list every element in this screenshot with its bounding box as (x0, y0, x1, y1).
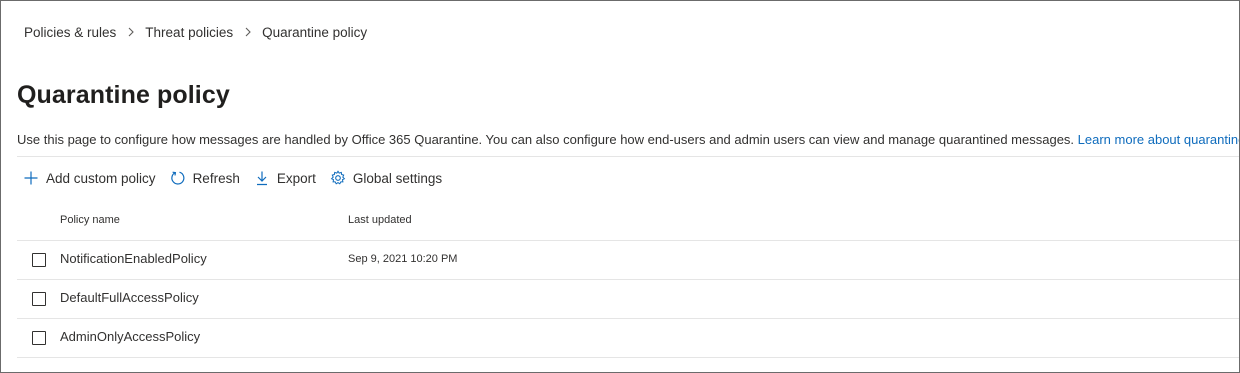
breadcrumb: Policies & rules Threat policies Quarant… (24, 24, 367, 40)
refresh-button[interactable]: Refresh (170, 167, 240, 189)
column-header-last-updated[interactable]: Last updated (348, 214, 412, 226)
chevron-right-icon (128, 27, 135, 37)
export-button[interactable]: Export (254, 167, 316, 189)
add-custom-policy-label: Add custom policy (46, 170, 156, 186)
global-settings-button[interactable]: Global settings (330, 167, 442, 189)
page-description: Use this page to configure how messages … (17, 132, 1239, 147)
chevron-right-icon (245, 27, 251, 37)
row-checkbox[interactable] (32, 292, 46, 306)
policy-name-cell[interactable]: AdminOnlyAccessPolicy (60, 329, 200, 344)
breadcrumb-threat-policies[interactable]: Threat policies (145, 25, 233, 40)
description-text: Use this page to configure how messages … (17, 132, 1075, 147)
table-row[interactable]: DefaultFullAccessPolicy (17, 280, 1239, 319)
download-icon (256, 171, 267, 186)
table-row[interactable]: AdminOnlyAccessPolicy (17, 319, 1239, 358)
export-label: Export (276, 170, 316, 186)
row-checkbox[interactable] (32, 331, 46, 345)
column-header-policy-name[interactable]: Policy name (60, 214, 120, 226)
add-icon (24, 171, 38, 185)
refresh-label: Refresh (192, 170, 240, 186)
global-settings-label: Global settings (352, 170, 443, 186)
policy-name-cell[interactable]: DefaultFullAccessPolicy (60, 290, 199, 305)
add-custom-policy-button[interactable]: Add custom policy (23, 167, 156, 189)
row-checkbox[interactable] (32, 253, 46, 267)
breadcrumb-policies-rules[interactable]: Policies & rules (24, 25, 116, 40)
quarantine-policy-page: Policies & rules Threat policies Quarant… (0, 0, 1240, 373)
breadcrumb-quarantine-policy: Quarantine policy (262, 24, 368, 40)
table-row[interactable]: NotificationEnabledPolicy Sep 9, 2021 10… (17, 241, 1239, 280)
last-updated-cell: Sep 9, 2021 10:20 PM (348, 253, 458, 265)
command-bar: Add custom policy Refresh Export Global … (23, 167, 456, 189)
gear-icon (330, 170, 346, 185)
learn-more-link[interactable]: Learn more about quarantine policy (1078, 132, 1239, 147)
policy-name-cell[interactable]: NotificationEnabledPolicy (60, 251, 207, 266)
page-title: Quarantine policy (17, 81, 230, 109)
description-divider (17, 156, 1239, 157)
refresh-icon (170, 171, 185, 185)
